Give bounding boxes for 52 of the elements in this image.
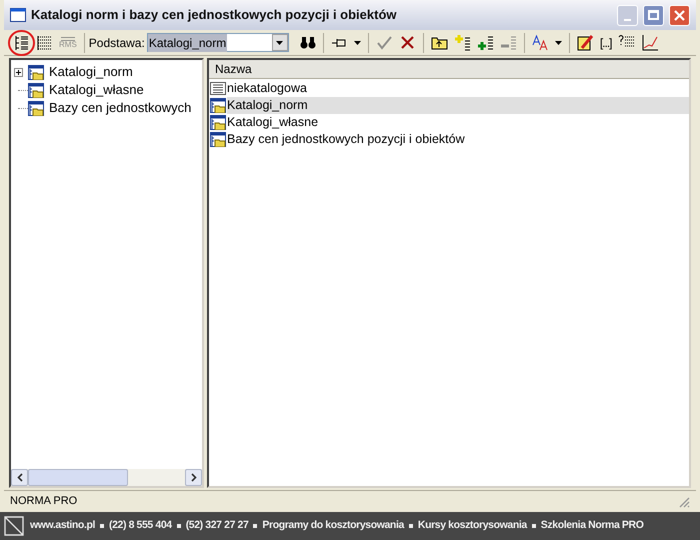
folder-icon bbox=[28, 64, 44, 80]
list-item[interactable]: Bazy cen jednostkowych pozycji i obiektów bbox=[227, 131, 689, 148]
font-icon bbox=[532, 34, 549, 51]
toolbar-button[interactable] bbox=[10, 32, 33, 54]
website-link[interactable]: www.astino.pl bbox=[30, 518, 95, 534]
list-item[interactable]: Katalogi_własne bbox=[227, 114, 689, 131]
caret-icon bbox=[354, 40, 361, 44]
toolbar-button[interactable]: [...] bbox=[596, 32, 614, 54]
list-item[interactable]: Katalogi_norm bbox=[227, 97, 689, 114]
footer-text: Szkolenia Norma PRO bbox=[540, 518, 644, 534]
folder-icon bbox=[210, 115, 226, 130]
resize-grip-icon[interactable] bbox=[678, 496, 690, 508]
list-item[interactable]: niekatalogowa bbox=[227, 80, 689, 97]
footer-text: Kursy kosztorysowania bbox=[418, 518, 527, 534]
close-button[interactable] bbox=[669, 4, 690, 26]
footer-text: (22) 8 555 404 bbox=[109, 518, 172, 534]
horizontal-scrollbar[interactable] bbox=[11, 469, 202, 486]
edit-icon bbox=[576, 34, 594, 51]
add-row-icon bbox=[476, 34, 494, 51]
delete-icon bbox=[398, 34, 416, 51]
binoculars-icon bbox=[300, 36, 316, 50]
close-icon bbox=[674, 10, 685, 20]
tree-list-icon bbox=[13, 34, 30, 51]
checkmark-icon bbox=[376, 34, 393, 51]
base-label: Podstawa: bbox=[88, 34, 145, 52]
scroll-right-button[interactable] bbox=[185, 469, 202, 486]
list-icon bbox=[210, 81, 226, 96]
add-row-icon bbox=[454, 34, 471, 51]
folder-icon bbox=[28, 100, 44, 116]
window-icon bbox=[10, 8, 26, 22]
folder-icon bbox=[210, 132, 226, 147]
expand-icon[interactable] bbox=[14, 68, 23, 76]
scroll-thumb[interactable] bbox=[28, 469, 128, 486]
logo-icon bbox=[4, 516, 24, 536]
folder-icon bbox=[210, 98, 226, 113]
status-text: NORMA PRO bbox=[10, 494, 78, 510]
maximize-button[interactable] bbox=[643, 4, 664, 26]
tree-item[interactable]: Bazy cen jednostkowych bbox=[49, 98, 192, 118]
scroll-left-button[interactable] bbox=[11, 469, 28, 486]
column-header[interactable]: Nazwa bbox=[209, 60, 689, 79]
caret-icon bbox=[276, 40, 284, 44]
base-dropdown[interactable]: Katalogi_norm bbox=[146, 33, 289, 52]
tree-item[interactable]: Katalogi_własne bbox=[49, 80, 144, 100]
caret-icon bbox=[554, 40, 562, 44]
table-icon bbox=[36, 34, 53, 51]
folder-icon bbox=[28, 82, 44, 98]
window-title: Katalogi norm i bazy cen jednostkowych pozycji i obiektów bbox=[31, 6, 398, 24]
footer-text: (52) 327 27 27 bbox=[186, 518, 248, 534]
line-chart-icon bbox=[640, 34, 658, 51]
remove-row-icon bbox=[500, 34, 517, 51]
tree-item[interactable]: Katalogi_norm bbox=[49, 62, 133, 82]
footer-text: Programy do kosztorysowania bbox=[262, 518, 404, 534]
